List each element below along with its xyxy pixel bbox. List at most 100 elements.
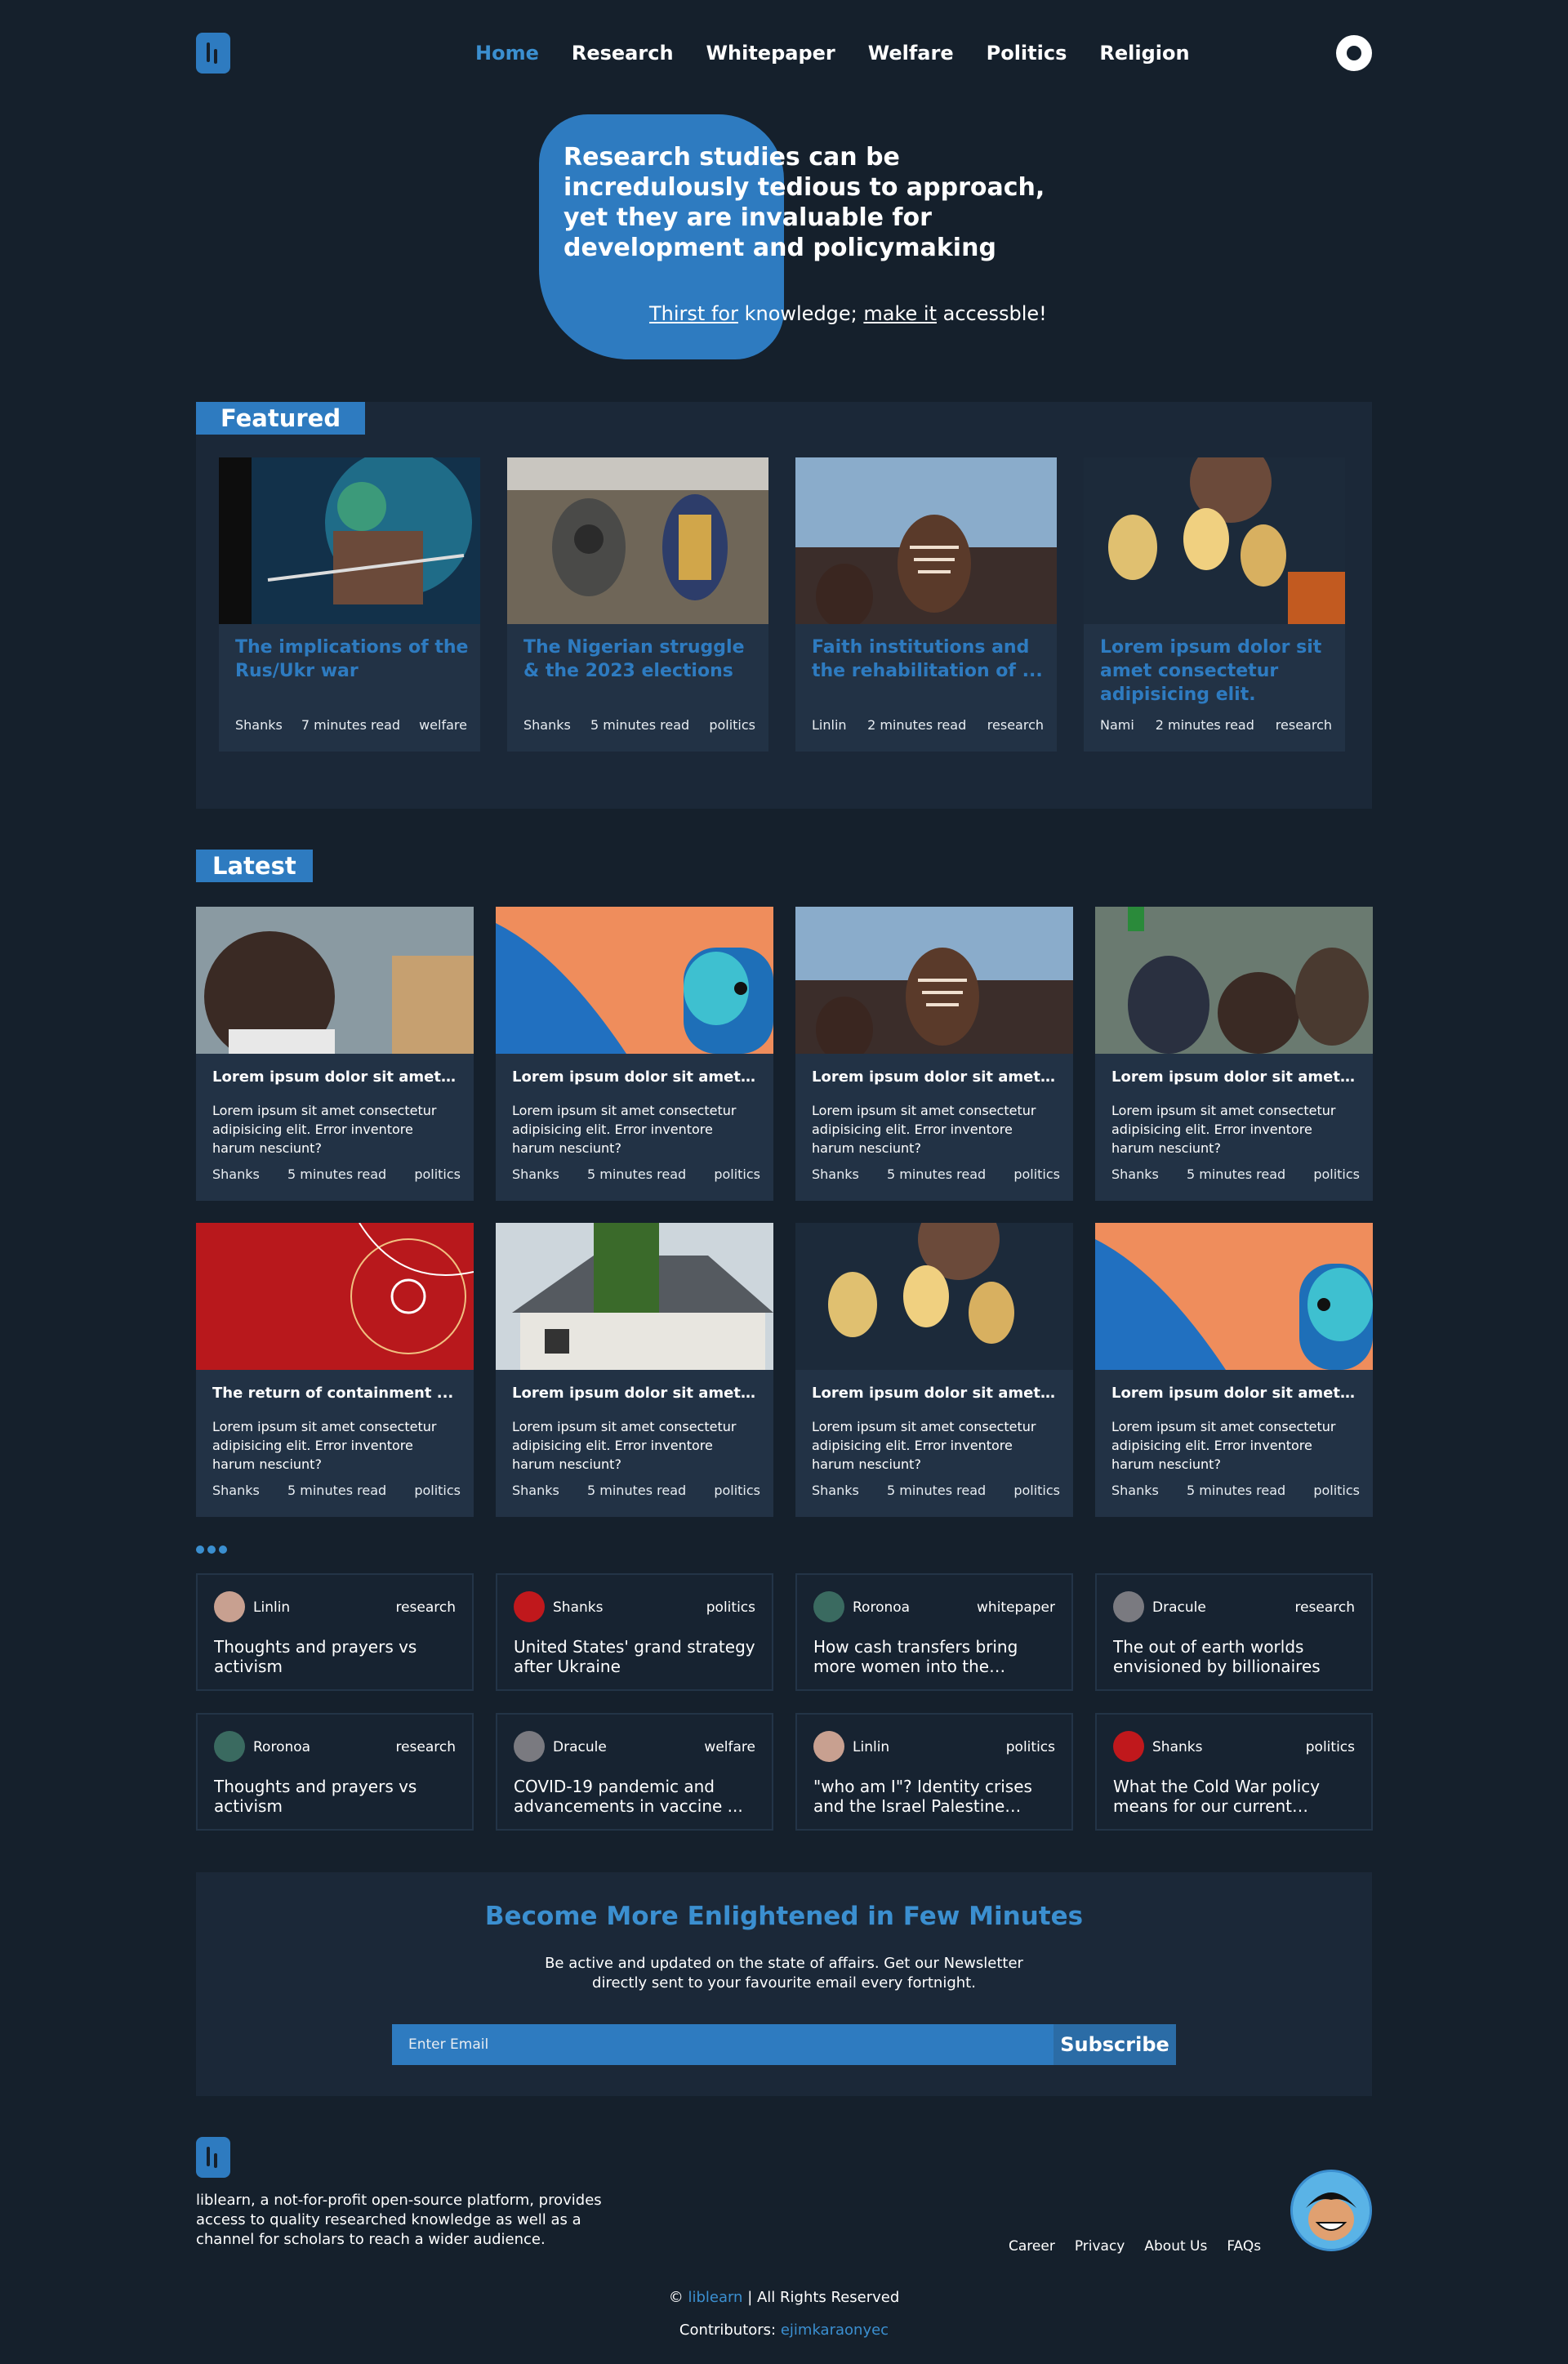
- post-author: Dracule: [553, 1739, 607, 1755]
- avatar: [214, 1591, 245, 1622]
- more-dots-icon[interactable]: [196, 1546, 227, 1554]
- footer-link-career[interactable]: Career: [1009, 2238, 1055, 2255]
- email-input[interactable]: [392, 2024, 1054, 2065]
- featured-image: [507, 457, 768, 624]
- category: politics: [1313, 1166, 1360, 1182]
- featured-card[interactable]: The implications of the Rus/Ukr war Shan…: [219, 457, 480, 752]
- nav-research[interactable]: Research: [572, 42, 674, 65]
- footer-link-faqs[interactable]: FAQs: [1227, 2238, 1261, 2255]
- author: Nami: [1100, 717, 1134, 733]
- latest-excerpt: Lorem ipsum sit amet consectetur adipisi…: [812, 1419, 1036, 1472]
- latest-title[interactable]: Lorem ipsum dolor sit amet...: [812, 1068, 1057, 1086]
- footer-link-privacy[interactable]: Privacy: [1075, 2238, 1125, 2255]
- post-title[interactable]: How cash transfers bring more women into…: [813, 1637, 1058, 1676]
- featured-title[interactable]: Lorem ipsum dolor sit amet consectetur a…: [1100, 636, 1337, 707]
- featured-card[interactable]: Lorem ipsum dolor sit amet consectetur a…: [1084, 457, 1345, 752]
- featured-title[interactable]: Faith institutions and the rehabilitatio…: [812, 636, 1049, 683]
- post-title[interactable]: Thoughts and prayers vs activism: [214, 1637, 459, 1676]
- nav-links: Home Research Whitepaper Welfare Politic…: [475, 42, 1190, 65]
- post-author: Shanks: [553, 1599, 604, 1616]
- latest-card[interactable]: Lorem ipsum dolor sit amet... Lorem ipsu…: [196, 907, 474, 1201]
- latest-card[interactable]: Lorem ipsum dolor sit amet... Lorem ipsu…: [795, 907, 1073, 1201]
- theme-toggle-icon[interactable]: [1336, 35, 1372, 71]
- latest-card[interactable]: The return of containment ... Lorem ipsu…: [196, 1223, 474, 1517]
- contributor-link[interactable]: ejimkaraonyec: [781, 2322, 889, 2339]
- post-title[interactable]: United States' grand strategy after Ukra…: [514, 1637, 759, 1676]
- category: politics: [1013, 1483, 1060, 1498]
- post-card[interactable]: Shanks politics What the Cold War policy…: [1095, 1713, 1373, 1831]
- latest-title[interactable]: Lorem ipsum dolor sit amet...: [212, 1068, 457, 1086]
- footer-link-about[interactable]: About Us: [1144, 2238, 1207, 2255]
- author: Shanks: [1111, 1483, 1159, 1498]
- nav-home[interactable]: Home: [475, 42, 539, 65]
- featured-title[interactable]: The Nigerian struggle & the 2023 electio…: [523, 636, 760, 683]
- read-time: 7 minutes read: [301, 717, 401, 733]
- latest-card[interactable]: Lorem ipsum dolor sit amet... Lorem ipsu…: [1095, 1223, 1373, 1517]
- latest-title[interactable]: The return of containment ...: [212, 1385, 457, 1402]
- latest-meta: Shanks 5 minutes read politics: [212, 1166, 461, 1182]
- post-title[interactable]: Thoughts and prayers vs activism: [214, 1777, 459, 1816]
- avatar: [1113, 1591, 1144, 1622]
- post-card[interactable]: Dracule research The out of earth worlds…: [1095, 1573, 1373, 1691]
- post-card[interactable]: Dracule welfare COVID-19 pandemic and ad…: [496, 1713, 773, 1831]
- nav-religion[interactable]: Religion: [1099, 42, 1189, 65]
- liblearn-logo[interactable]: [196, 33, 230, 74]
- post-card[interactable]: Roronoa whitepaper How cash transfers br…: [795, 1573, 1073, 1691]
- nav-whitepaper[interactable]: Whitepaper: [706, 42, 835, 65]
- brand-link[interactable]: liblearn: [688, 2289, 742, 2306]
- latest-card[interactable]: Lorem ipsum dolor sit amet... Lorem ipsu…: [795, 1223, 1073, 1517]
- post-card[interactable]: Shanks politics United States' grand str…: [496, 1573, 773, 1691]
- post-title[interactable]: COVID-19 pandemic and advancements in va…: [514, 1777, 759, 1816]
- category: politics: [414, 1483, 461, 1498]
- contributors: Contributors: ejimkaraonyec: [196, 2322, 1372, 2339]
- tagline-part: Thirst for: [649, 302, 738, 325]
- featured-grid: The implications of the Rus/Ukr war Shan…: [219, 457, 1345, 752]
- subscribe-button[interactable]: Subscribe: [1054, 2024, 1176, 2065]
- latest-title[interactable]: Lorem ipsum dolor sit amet...: [1111, 1385, 1356, 1402]
- featured-card[interactable]: Faith institutions and the rehabilitatio…: [795, 457, 1057, 752]
- featured-card[interactable]: The Nigerian struggle & the 2023 electio…: [507, 457, 768, 752]
- latest-card[interactable]: Lorem ipsum dolor sit amet... Lorem ipsu…: [1095, 907, 1373, 1201]
- featured-title[interactable]: The implications of the Rus/Ukr war: [235, 636, 472, 683]
- featured-image: [1084, 457, 1345, 624]
- post-card[interactable]: Linlin research Thoughts and prayers vs …: [196, 1573, 474, 1691]
- latest-title[interactable]: Lorem ipsum dolor sit amet...: [512, 1068, 757, 1086]
- tagline-part: accessble!: [937, 302, 1047, 325]
- footer-logo[interactable]: [196, 2137, 230, 2178]
- hero-title: Research studies can be incredulously te…: [564, 143, 1045, 262]
- post-card[interactable]: Roronoa research Thoughts and prayers vs…: [196, 1713, 474, 1831]
- author: Linlin: [812, 717, 847, 733]
- copyright: © liblearn | All Rights Reserved: [196, 2289, 1372, 2306]
- post-title[interactable]: What the Cold War policy means for our c…: [1113, 1777, 1358, 1816]
- latest-meta: Shanks 5 minutes read politics: [1111, 1483, 1360, 1498]
- latest-title[interactable]: Lorem ipsum dolor sit amet...: [812, 1385, 1057, 1402]
- featured-section: Featured The implications of the Rus/Ukr…: [196, 402, 1372, 809]
- nav-politics[interactable]: Politics: [987, 42, 1067, 65]
- read-time: 5 minutes read: [587, 1166, 687, 1182]
- post-title[interactable]: The out of earth worlds envisioned by bi…: [1113, 1637, 1358, 1676]
- post-author: Linlin: [253, 1599, 291, 1616]
- author: Shanks: [212, 1483, 260, 1498]
- avatar-illustration: [1293, 2172, 1370, 2249]
- author: Shanks: [512, 1166, 559, 1182]
- contributors-label: Contributors:: [679, 2322, 781, 2339]
- latest-card[interactable]: Lorem ipsum dolor sit amet... Lorem ipsu…: [496, 1223, 773, 1517]
- latest-image: [1095, 1223, 1373, 1370]
- footer-avatar[interactable]: [1290, 2170, 1372, 2251]
- newsletter-section: Become More Enlightened in Few Minutes B…: [196, 1872, 1372, 2096]
- latest-title[interactable]: Lorem ipsum dolor sit amet...: [512, 1385, 757, 1402]
- category: politics: [709, 717, 755, 733]
- read-time: 5 minutes read: [1187, 1483, 1286, 1498]
- post-category: politics: [1005, 1739, 1055, 1755]
- latest-title[interactable]: Lorem ipsum dolor sit amet...: [1111, 1068, 1356, 1086]
- nav-welfare[interactable]: Welfare: [868, 42, 954, 65]
- category: politics: [414, 1166, 461, 1182]
- post-category: research: [1294, 1599, 1355, 1616]
- post-card[interactable]: Linlin politics "who am I"? Identity cri…: [795, 1713, 1073, 1831]
- post-author: Dracule: [1152, 1599, 1206, 1616]
- latest-card[interactable]: Lorem ipsum dolor sit amet... Lorem ipsu…: [496, 907, 773, 1201]
- post-title[interactable]: "who am I"? Identity crises and the Isra…: [813, 1777, 1058, 1816]
- category: politics: [1013, 1166, 1060, 1182]
- footer-links: Career Privacy About Us FAQs: [1009, 2238, 1261, 2255]
- footer-about: liblearn, a not-for-profit open-source p…: [196, 2192, 602, 2248]
